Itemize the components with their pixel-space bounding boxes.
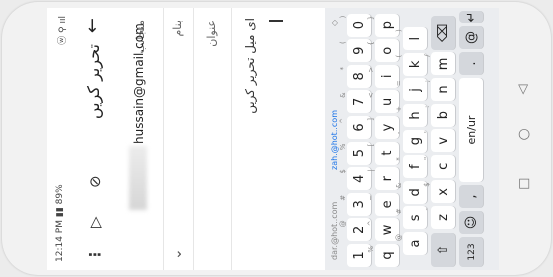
body-input[interactable]: ای میل تحریر کریں [243,18,257,114]
key-y[interactable]: y] [367,116,399,139]
key-hint: ( [339,41,347,44]
comma-key[interactable]: , [459,185,483,208]
key-hint: [ [367,143,375,147]
key-hint: } [367,15,375,21]
key-hint: # [395,208,403,215]
key-p[interactable]: p} [367,13,399,37]
keyboard: dar.@hot..com zah.@hot..com ◇ 1 2 @3 #4 $5% 6… [325,8,499,270]
key-hint: ) [339,15,347,19]
app-bar: ⋮ ▷ ⊘ تحریر کریں ← [73,8,119,270]
status-bar: 12:14 PM ▮▮ 89% ⓦ ⚲ ııl [47,8,73,270]
keyrow-bottom: 123 ☺ , en/ur . @ ↵ [459,11,485,267]
suggestion-item[interactable]: dar.@hot..com [330,202,339,260]
nav-recents-icon[interactable]: □ [518,176,530,191]
chevron-down-icon[interactable]: ⌄ [169,248,185,260]
shift-key[interactable]: ⇧ [431,233,455,267]
paperclip-icon[interactable]: ⊘ [86,175,104,188]
send-icon[interactable]: ▷ [86,216,104,228]
key-t[interactable]: t[ [367,141,399,165]
suggestion-item[interactable]: ◇ [330,20,339,26]
key-hint: ' [423,131,431,134]
key-hint: ~ [367,194,375,201]
blurred-name [129,146,147,210]
key-v[interactable]: v ' [423,129,455,153]
keyrow-q: q% w ^ e ~ r | t[y] u < i > o{p} [367,11,401,267]
key-hint: ] [367,118,375,121]
backspace-key[interactable]: ⌫ [431,15,455,50]
key-hint: ^ [367,220,375,227]
key-hint: + [395,106,403,112]
subject-row[interactable]: عنوان [193,8,232,270]
nav-home-icon[interactable]: ○ [518,126,530,142]
key-q[interactable]: q% [367,244,399,267]
key-hint: < [367,92,375,99]
at-key[interactable]: @ [459,26,483,49]
key-hint: : [423,105,431,108]
subject-label: عنوان [205,20,218,47]
to-row[interactable]: ⌄ بنام [163,8,194,270]
key-hint: ( [395,54,403,58]
key-hint: ) [395,29,403,32]
key-l[interactable]: l) [395,27,427,51]
key-c[interactable]: c " [423,154,455,178]
key-hint: - [423,208,431,211]
back-arrow-icon[interactable]: ← [82,18,103,33]
key-hint: @ [395,234,403,241]
key-hint: | [367,169,375,172]
keyrow-z: ⇧ z - x $ c " v ' b: n; m / ⌫ [423,11,457,267]
key-hint: % [339,143,347,151]
key-n[interactable]: n; [423,78,455,101]
key-hint: $ [339,169,347,174]
key-a[interactable]: a @ [395,232,427,255]
numbers-key[interactable]: 123 [459,237,483,267]
key-hint: # [339,194,347,201]
phone-screen: 12:14 PM ▮▮ 89% ⓦ ⚲ ııl ⋮ ▷ ⊘ تحریر کریں… [47,8,499,270]
key-x[interactable]: x $ [423,180,455,204]
keyrow-a: a @ s # d & f * g - h + j = k(l) [395,11,429,267]
key-m[interactable]: m / [423,52,455,76]
more-vert-icon[interactable]: ⋮ [86,247,104,262]
key-hint: - [395,131,403,135]
key-hint: > [367,66,375,73]
suggestion-bar: dar.@hot..com zah.@hot..com ◇ [325,8,345,270]
key-hint: % [367,246,375,253]
key-hint: $ [423,182,431,187]
status-time: 12:14 PM ▮▮ 89% [55,184,65,262]
key-hint: " [423,156,431,161]
key-z[interactable]: z- [423,206,455,229]
key-hint: * [395,157,403,161]
key-hint: = [395,80,403,87]
nav-back-icon[interactable]: ◁ [516,85,531,95]
key-b[interactable]: b: [423,103,455,127]
from-row[interactable]: منجانب hussain@gmail.com [119,8,164,270]
key-hint: ^ [339,118,347,124]
spacebar[interactable]: en/ur [459,78,483,182]
text-cursor [269,20,283,22]
keyrow-numbers: 1 2 @3 #4 $5% 6 ^ 7 & 8 * 9(0) [339,11,373,267]
from-email: hussain@gmail.com [132,23,146,144]
key-hint: / [423,54,431,57]
key-hint: * [339,66,347,71]
to-label: بنام [171,20,184,37]
key-hint: { [367,41,375,46]
period-key[interactable]: . [459,52,483,75]
screen-content: 12:14 PM ▮▮ 89% ⓦ ⚲ ııl ⋮ ▷ ⊘ تحریر کریں… [47,8,499,270]
key-o[interactable]: o{ [367,39,399,63]
key-hint: & [395,182,403,189]
page-title: تحریر کریں [84,44,103,120]
key-hint: & [339,92,347,98]
status-icons: ⓦ ⚲ ııl [58,16,68,45]
emoji-key[interactable]: ☺ [459,211,483,234]
key-hint: ; [423,80,431,83]
key-hint: @ [339,220,347,228]
enter-key[interactable]: ↵ [459,11,483,23]
